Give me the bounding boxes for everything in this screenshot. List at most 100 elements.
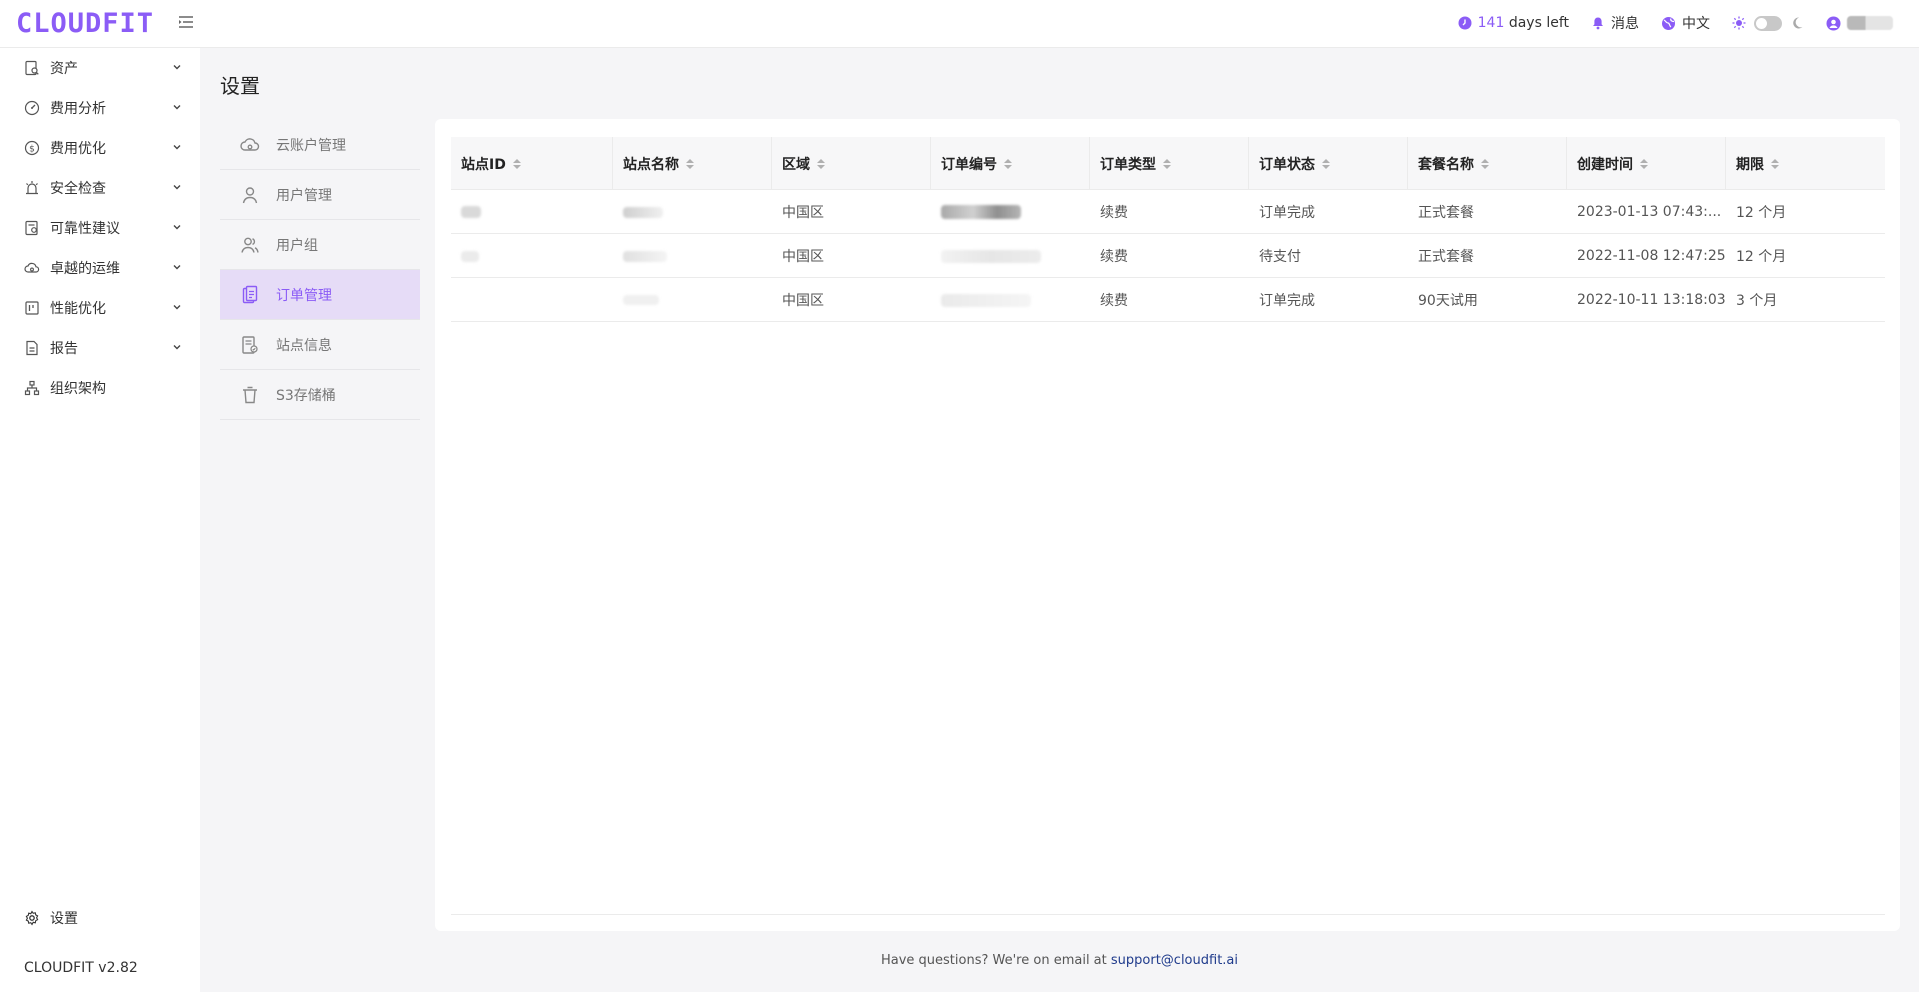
chevron-down-icon (173, 185, 181, 190)
column-header-term[interactable]: 期限 (1726, 137, 1885, 190)
support-email-link[interactable]: support@cloudfit.ai (1111, 953, 1238, 968)
sidebar-item-label: 费用分析 (50, 101, 106, 117)
theme-toggle[interactable] (1754, 15, 1782, 31)
column-header-created-time[interactable]: 创建时间 (1567, 137, 1726, 190)
sort-icon[interactable] (1640, 158, 1648, 169)
menu-toggle-icon[interactable] (178, 14, 194, 30)
chevron-down-icon (173, 265, 181, 270)
sort-icon[interactable] (512, 158, 521, 169)
cell-site-name (613, 190, 772, 234)
cell-site-name (613, 278, 772, 322)
settings-nav-label: 用户组 (276, 237, 318, 254)
table-row[interactable]: 中国区 续费 订单完成 正式套餐 2023-01-13 07:43:... 12… (451, 190, 1885, 234)
sidebar-item-reports[interactable]: 报告 (0, 328, 200, 368)
cell-site-id (451, 190, 613, 234)
cell-region: 中国区 (782, 249, 824, 265)
column-label: 站点ID (461, 156, 506, 173)
sort-icon[interactable] (1004, 158, 1012, 169)
alarm-icon (26, 181, 38, 195)
sidebar-item-assets[interactable]: 资产 (0, 48, 200, 88)
cell-plan-name: 正式套餐 (1418, 205, 1474, 221)
cell-order-type: 续费 (1100, 249, 1128, 265)
sidebar-item-org-structure[interactable]: 组织架构 (0, 368, 200, 408)
sidebar-item-label: 安全检查 (50, 181, 106, 197)
column-label: 订单状态 (1259, 156, 1315, 173)
sidebar-item-performance[interactable]: 性能优化 (0, 288, 200, 328)
sun-icon (1732, 16, 1746, 30)
sidebar: 资产 费用分析 $ 费用优化 安全检查 可靠性建议 卓越的运维 性能优化 报告 … (0, 48, 200, 992)
app-version: CLOUDFIT v2.82 (24, 960, 138, 976)
column-label: 订单编号 (941, 156, 997, 173)
sidebar-item-cost-analysis[interactable]: 费用分析 (0, 88, 200, 128)
column-label: 创建时间 (1577, 156, 1633, 173)
settings-nav-label: S3存储桶 (276, 387, 336, 404)
user-menu[interactable] (1826, 16, 1893, 31)
cell-order-number (931, 190, 1090, 234)
table-row[interactable]: 中国区 续费 订单完成 90天试用 2022-10-11 13:18:03 3 … (451, 278, 1885, 322)
settings-nav-site-info[interactable]: 站点信息 (220, 320, 420, 370)
column-header-plan-name[interactable]: 套餐名称 (1408, 137, 1567, 190)
column-header-order-status[interactable]: 订单状态 (1249, 137, 1408, 190)
bucket-icon (243, 386, 257, 403)
settings-nav-orders[interactable]: 订单管理 (220, 270, 420, 320)
sort-icon[interactable] (817, 158, 825, 169)
sort-icon[interactable] (1322, 158, 1330, 169)
cell-term: 12 个月 (1736, 249, 1787, 265)
theme-switcher[interactable] (1732, 15, 1804, 31)
language-selector[interactable]: 中文 (1661, 13, 1710, 33)
user-group-icon (241, 237, 259, 253)
svg-text:$: $ (29, 145, 35, 155)
cell-order-number (931, 278, 1090, 322)
sort-icon[interactable] (686, 158, 694, 169)
sidebar-item-cost-optimization[interactable]: $ 费用优化 (0, 128, 200, 168)
sort-icon[interactable] (1481, 158, 1489, 169)
footer-text: Have questions? We're on email at (880, 953, 1107, 968)
sidebar-item-label: 费用优化 (50, 141, 106, 157)
cell-order-type: 续费 (1100, 205, 1128, 221)
settings-nav-label: 云账户管理 (276, 137, 346, 154)
cloud-account-icon (240, 137, 260, 151)
settings-nav-users[interactable]: 用户管理 (220, 170, 420, 220)
column-header-order-number[interactable]: 订单编号 (931, 137, 1090, 190)
cell-created-time: 2022-10-11 13:18:03 (1577, 292, 1726, 308)
chevron-down-icon (173, 145, 181, 150)
cell-order-status: 待支付 (1259, 249, 1301, 265)
app-logo[interactable]: CLOUDFIT (16, 9, 154, 39)
settings-nav-s3-buckets[interactable]: S3存储桶 (220, 370, 420, 420)
sidebar-item-label: 报告 (50, 341, 78, 357)
user-icon (1826, 16, 1841, 30)
chevron-down-icon (173, 345, 181, 350)
page-footer: Have questions? We're on email at suppor… (200, 953, 1919, 968)
cell-order-status: 订单完成 (1259, 293, 1315, 309)
trial-days: 141 (1477, 15, 1505, 31)
cell-site-name (613, 234, 772, 278)
cell-site-id (451, 278, 613, 322)
settings-nav-label: 订单管理 (276, 287, 332, 304)
globe-icon (1662, 16, 1675, 30)
settings-nav: 云账户管理 用户管理 用户组 订单管理 站点信息 S3存储桶 (220, 120, 420, 420)
column-header-site-name[interactable]: 站点名称 (613, 137, 772, 190)
column-header-order-type[interactable]: 订单类型 (1090, 137, 1249, 190)
messages-button[interactable]: 消息 (1591, 13, 1639, 33)
sidebar-item-security-check[interactable]: 安全检查 (0, 168, 200, 208)
top-bar: CLOUDFIT 141 days left 消息 中文 (0, 0, 1919, 48)
clipboard-icon (242, 285, 258, 303)
sidebar-item-reliability[interactable]: 可靠性建议 (0, 208, 200, 248)
chevron-down-icon (173, 65, 181, 70)
sidebar-settings-label: 设置 (50, 911, 78, 927)
sort-icon[interactable] (1163, 158, 1171, 169)
cell-region: 中国区 (782, 293, 824, 309)
sort-icon[interactable] (1771, 158, 1779, 169)
settings-nav-cloud-accounts[interactable]: 云账户管理 (220, 120, 420, 170)
table-row[interactable]: 中国区 续费 待支付 正式套餐 2022-11-08 12:47:25 12 个… (451, 234, 1885, 278)
sidebar-item-operations[interactable]: 卓越的运维 (0, 248, 200, 288)
sidebar-item-label: 可靠性建议 (50, 221, 120, 237)
org-chart-icon (24, 380, 40, 396)
column-header-site-id[interactable]: 站点ID (451, 137, 613, 190)
settings-nav-label: 用户管理 (276, 187, 332, 204)
cell-plan-name: 90天试用 (1418, 293, 1478, 309)
column-header-region[interactable]: 区域 (772, 137, 931, 190)
sidebar-item-settings[interactable]: 设置 (0, 898, 200, 938)
settings-nav-user-groups[interactable]: 用户组 (220, 220, 420, 270)
moon-icon (1793, 17, 1803, 29)
